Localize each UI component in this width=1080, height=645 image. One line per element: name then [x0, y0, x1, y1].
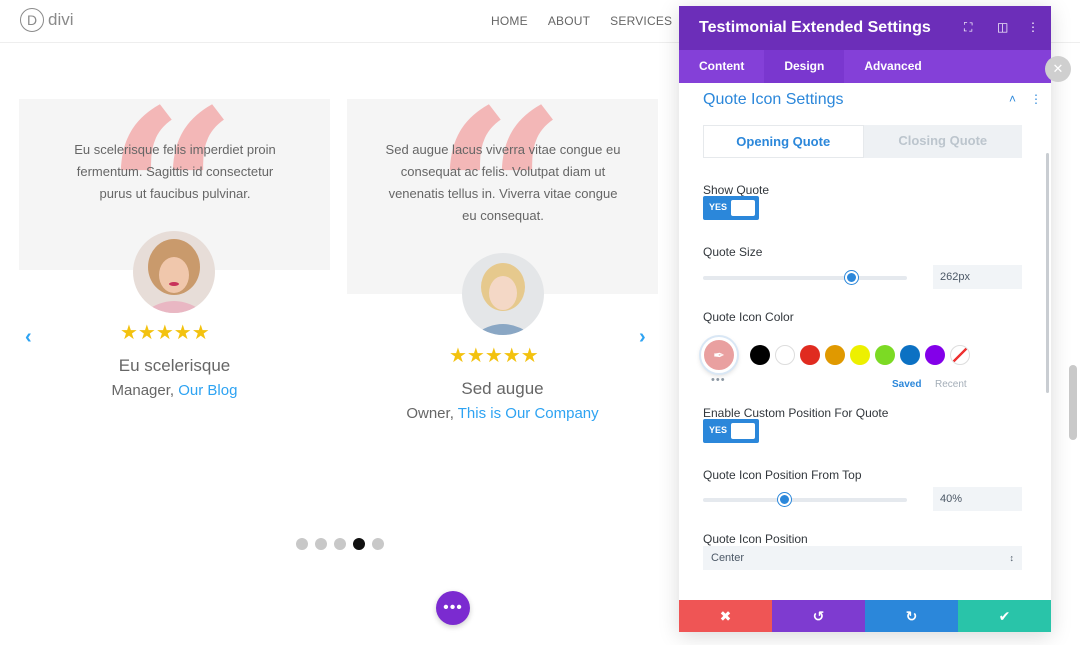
save-button[interactable]: ✔ [958, 600, 1051, 632]
show-quote-label: Show Quote [703, 183, 770, 197]
recent-colors-tab[interactable]: Recent [935, 379, 967, 390]
toggle-state: YES [709, 425, 728, 435]
quote-subtabs: Opening Quote Closing Quote [703, 125, 1022, 158]
rating-stars-text: ★★★★★ [449, 345, 539, 367]
panel-scrollbar[interactable] [1046, 153, 1049, 393]
rating-stars-text: ★★★★★ [120, 322, 210, 344]
section-more-icon[interactable]: ⋮ [1030, 92, 1042, 106]
slider-dot[interactable] [315, 538, 327, 550]
testimonial-role: Manager, Our Blog [19, 382, 330, 399]
testimonial-text: Sed augue lacus viverra vitae congue eu … [385, 142, 621, 223]
saved-colors-tab[interactable]: Saved [892, 379, 921, 390]
testimonial-role: Owner, This is Our Company [347, 405, 658, 422]
chevron-left-icon[interactable]: ‹ [25, 326, 32, 349]
avatar [462, 253, 544, 335]
slider-dot[interactable] [334, 538, 346, 550]
tab-design[interactable]: Design [764, 50, 845, 83]
expand-icon[interactable]: ⛶ [964, 20, 972, 35]
slider-handle[interactable] [777, 493, 791, 506]
nav-about[interactable]: ABOUT [548, 14, 590, 28]
split-view-icon[interactable]: ◫ [997, 20, 1008, 34]
color-swatch[interactable] [750, 345, 770, 365]
more-colors-icon[interactable]: ••• [711, 374, 726, 386]
custom-position-label: Enable Custom Position For Quote [703, 406, 889, 420]
panel-title: Testimonial Extended Settings [699, 19, 931, 36]
tab-closing-quote[interactable]: Closing Quote [863, 125, 1022, 158]
chevron-up-icon[interactable]: ˄ [1009, 92, 1016, 106]
color-swatch[interactable] [900, 345, 920, 365]
site-logo[interactable]: D divi [20, 8, 74, 32]
icon-position-select[interactable]: Center ↕ [703, 546, 1022, 570]
panel-tabs: Content Design Advanced [679, 50, 1051, 83]
nav-services[interactable]: SERVICES [610, 14, 672, 28]
logo-text: divi [48, 10, 74, 29]
slider-handle[interactable] [844, 271, 858, 284]
tab-opening-quote[interactable]: Opening Quote [703, 125, 864, 158]
quote-icon-color-label: Quote Icon Color [703, 310, 794, 324]
quote-size-label: Quote Size [703, 245, 763, 259]
logo-mark: D [20, 8, 44, 32]
color-swatch[interactable] [800, 345, 820, 365]
slider-dot[interactable] [372, 538, 384, 550]
company-link[interactable]: This is Our Company [458, 405, 599, 422]
color-swatch[interactable] [875, 345, 895, 365]
avatar [133, 231, 215, 313]
color-swatches [750, 345, 970, 365]
color-picker-button[interactable]: ✒ [701, 337, 737, 373]
position-top-label: Quote Icon Position From Top [703, 468, 862, 482]
settings-panel: Testimonial Extended Settings ⛶ ◫ ⋮ Cont… [679, 6, 1051, 632]
testimonial-text: Eu scelerisque felis imperdiet proin fer… [74, 142, 276, 201]
color-swatch[interactable] [925, 345, 945, 365]
chevron-right-icon[interactable]: › [639, 326, 646, 349]
author-position: Owner, [406, 405, 458, 422]
testimonial-author: Eu scelerisque [118, 356, 231, 375]
more-dots-icon[interactable]: ••• [436, 591, 470, 625]
panel-header[interactable]: Testimonial Extended Settings ⛶ ◫ ⋮ [679, 6, 1051, 50]
quote-size-slider[interactable] [703, 271, 907, 284]
position-top-slider[interactable] [703, 493, 907, 506]
toggle-state: YES [709, 202, 728, 212]
toggle-knob [731, 200, 755, 216]
undo-button[interactable]: ↺ [772, 600, 865, 632]
close-icon[interactable]: ✕ [1045, 56, 1071, 82]
select-arrow-icon: ↕ [1009, 553, 1015, 563]
icon-position-label: Quote Icon Position [703, 532, 808, 546]
page-scrollbar[interactable] [1069, 365, 1077, 440]
testimonial-author: Sed augue [461, 379, 544, 398]
author-position: Manager, [111, 382, 179, 399]
panel-footer: ✖ ↺ ↻ ✔ [679, 600, 1051, 632]
quote-size-input[interactable]: 262px [933, 265, 1022, 289]
no-color-swatch[interactable] [950, 345, 970, 365]
slider-dot-active[interactable] [353, 538, 365, 550]
nav-home[interactable]: HOME [491, 14, 528, 28]
custom-position-toggle[interactable]: YES [703, 419, 759, 443]
show-quote-toggle[interactable]: YES [703, 196, 759, 220]
company-link[interactable]: Our Blog [178, 382, 237, 399]
section-title[interactable]: Quote Icon Settings [703, 91, 844, 109]
color-swatch[interactable] [850, 345, 870, 365]
position-top-input[interactable]: 40% [933, 487, 1022, 511]
more-options-icon[interactable]: ⋮ [1027, 20, 1039, 34]
color-swatch[interactable] [775, 345, 795, 365]
slider-pagination [296, 538, 384, 550]
tab-advanced[interactable]: Advanced [844, 50, 941, 83]
discard-button[interactable]: ✖ [679, 600, 772, 632]
select-value: Center [711, 552, 745, 564]
eyedropper-icon: ✒ [713, 346, 725, 363]
panel-body: Quote Icon Settings ˄ ⋮ Opening Quote Cl… [679, 83, 1051, 600]
page: D divi HOME ABOUT SERVICES P “ Eu sceler… [0, 0, 1080, 645]
tab-content[interactable]: Content [679, 50, 764, 83]
color-swatch[interactable] [825, 345, 845, 365]
rating-stars: ★★★★★ [449, 346, 539, 366]
rating-stars: ★★★★★ [120, 323, 210, 343]
slider-dot[interactable] [296, 538, 308, 550]
toggle-knob [731, 423, 755, 439]
redo-button[interactable]: ↻ [865, 600, 958, 632]
